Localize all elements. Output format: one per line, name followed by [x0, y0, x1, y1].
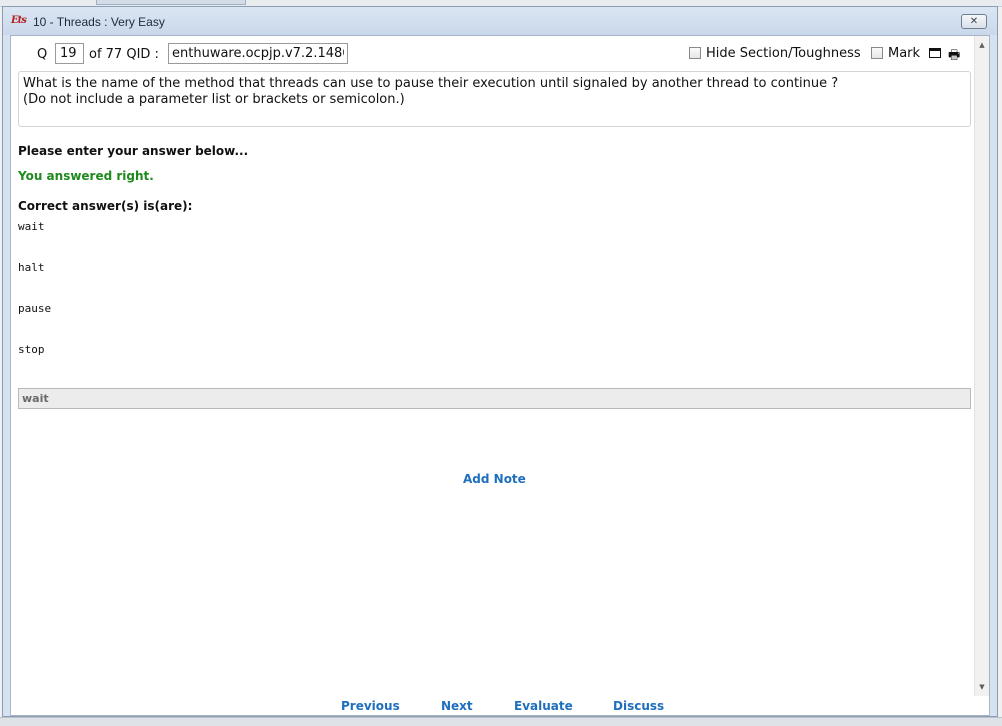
navigation-bar: Previous Next Evaluate Discuss: [11, 696, 989, 715]
print-icon[interactable]: 🖶: [948, 46, 960, 68]
window-title: 10 - Threads : Very Easy: [33, 15, 165, 29]
hide-section-label[interactable]: Hide Section/Toughness: [706, 46, 861, 61]
answer-option: halt: [18, 261, 45, 274]
hide-section-checkbox[interactable]: [689, 47, 701, 59]
correct-answers-label: Correct answer(s) is(are):: [18, 199, 193, 213]
answer-option: stop: [18, 343, 45, 356]
question-text-line: What is the name of the method that thre…: [23, 76, 839, 91]
add-note-link[interactable]: Add Note: [463, 472, 526, 486]
question-total-label: of 77 QID :: [89, 47, 159, 62]
maximize-window-icon[interactable]: [929, 48, 941, 58]
scroll-up-arrow-icon[interactable]: ▲: [975, 38, 989, 52]
result-message: You answered right.: [18, 169, 154, 183]
vertical-scrollbar[interactable]: ▲ ▼: [974, 36, 989, 696]
evaluate-button[interactable]: Evaluate: [514, 699, 573, 713]
mark-label[interactable]: Mark: [888, 46, 920, 61]
question-label: Q: [37, 47, 48, 62]
discuss-button[interactable]: Discuss: [613, 699, 664, 713]
client-area: Q of 77 QID : Hide Section/Toughness Mar…: [10, 35, 990, 716]
question-toolbar: Q of 77 QID : Hide Section/Toughness Mar…: [11, 42, 975, 68]
question-number-input[interactable]: [55, 43, 84, 64]
question-window: Ets 10 - Threads : Very Easy ✕ Q of 77 Q…: [2, 6, 998, 717]
close-button[interactable]: ✕: [961, 14, 987, 29]
next-button[interactable]: Next: [441, 699, 473, 713]
app-logo-icon: Ets: [11, 15, 27, 26]
question-content: Q of 77 QID : Hide Section/Toughness Mar…: [11, 36, 975, 696]
answer-prompt: Please enter your answer below...: [18, 144, 249, 158]
qid-field[interactable]: [168, 43, 348, 64]
answer-option: wait: [18, 220, 45, 233]
answer-input[interactable]: wait: [18, 388, 971, 409]
question-note-line: (Do not include a parameter list or brac…: [23, 92, 405, 107]
answer-option: pause: [18, 302, 52, 315]
desktop-tab: [96, 0, 246, 5]
question-text-box: What is the name of the method that thre…: [18, 71, 971, 127]
scroll-down-arrow-icon[interactable]: ▼: [975, 680, 989, 694]
previous-button[interactable]: Previous: [341, 699, 400, 713]
title-bar: Ets 10 - Threads : Very Easy ✕: [3, 7, 997, 35]
mark-checkbox[interactable]: [871, 47, 883, 59]
